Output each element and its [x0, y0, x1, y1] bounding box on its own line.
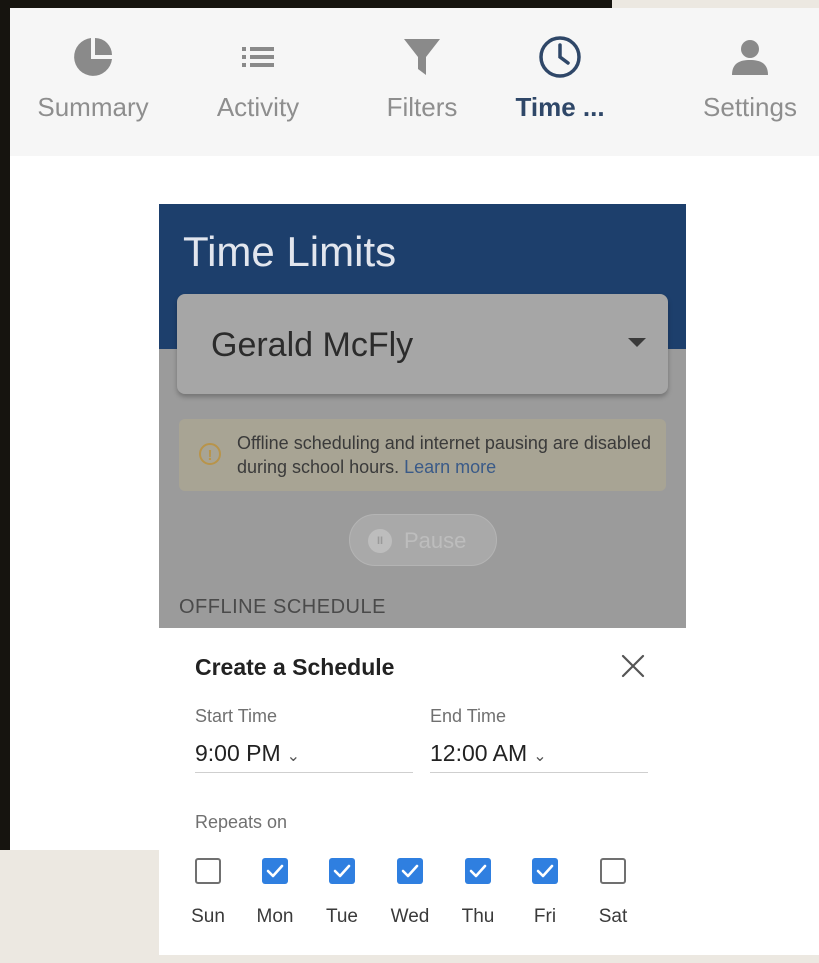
- warning-icon: !: [199, 443, 221, 465]
- day-label: Thu: [461, 906, 495, 927]
- day-fri-checkbox[interactable]: Fri: [520, 854, 570, 934]
- clock-icon: [537, 34, 583, 80]
- day-mon-checkbox[interactable]: Mon: [250, 854, 300, 934]
- checkbox-checked-icon: [397, 858, 423, 884]
- chevron-down-icon: ⌄: [286, 748, 301, 765]
- tab-activity[interactable]: Activity: [198, 34, 318, 134]
- checkbox-checked-icon: [465, 858, 491, 884]
- day-sat-checkbox[interactable]: Sat: [588, 854, 638, 934]
- start-time-value: 9:00 PM: [195, 740, 281, 766]
- phone-screen: Time Limits Gerald McFly ! Offline sched…: [159, 204, 686, 955]
- create-schedule-sheet: Create a Schedule Start Time 9:00 PM ⌄ En…: [159, 628, 686, 955]
- end-time-value: 12:00 AM: [430, 740, 528, 766]
- tab-label: Summary: [37, 92, 149, 122]
- tab-time-limits[interactable]: Time ...: [500, 34, 620, 134]
- pie-chart-icon: [70, 34, 116, 80]
- tab-label: Time ...: [515, 92, 605, 122]
- background-edge-top: [0, 0, 612, 8]
- caret-down-icon: [628, 338, 646, 347]
- day-thu-checkbox[interactable]: Thu: [453, 854, 503, 934]
- end-time-label: End Time: [430, 706, 507, 726]
- tab-label: Filters: [386, 92, 458, 122]
- chevron-down-icon: ⌄: [533, 748, 547, 765]
- day-label: Fri: [533, 906, 557, 927]
- start-time-picker[interactable]: 9:00 PM ⌄: [195, 736, 413, 773]
- day-tue-checkbox[interactable]: Tue: [317, 854, 367, 934]
- pause-button[interactable]: II Pause: [349, 514, 497, 566]
- close-button[interactable]: [617, 650, 649, 682]
- profile-selector[interactable]: Gerald McFly: [177, 294, 668, 394]
- checkbox-checked-icon: [329, 858, 355, 884]
- person-icon: [727, 34, 773, 80]
- background-edge-bottom: [0, 850, 160, 963]
- tab-filters[interactable]: Filters: [372, 34, 472, 134]
- day-label: Sat: [598, 906, 628, 927]
- tab-bar: Summary Activity Filters Time ... Settin…: [10, 8, 819, 156]
- school-hours-notice: ! Offline scheduling and internet pausin…: [179, 419, 666, 491]
- background-edge-top-right: [612, 0, 819, 8]
- tab-summary[interactable]: Summary: [28, 34, 158, 134]
- checkbox-checked-icon: [262, 858, 288, 884]
- background-edge-bottom-right: [160, 955, 819, 963]
- end-time-picker[interactable]: 12:00 AM ⌄: [430, 736, 648, 773]
- tab-label: Settings: [703, 92, 797, 122]
- filter-icon: [399, 34, 445, 80]
- day-wed-checkbox[interactable]: Wed: [385, 854, 435, 934]
- day-label: Tue: [325, 906, 359, 927]
- section-heading: OFFLINE SCHEDULE: [179, 596, 386, 618]
- pause-icon: II: [368, 529, 392, 553]
- checkbox-unchecked-icon: [195, 858, 221, 884]
- notice-message: Offline scheduling and internet pausing …: [237, 431, 657, 479]
- tab-settings[interactable]: Settings: [690, 34, 810, 134]
- sheet-title: Create a Schedule: [195, 654, 395, 680]
- background-edge: [0, 0, 10, 850]
- checkbox-unchecked-icon: [600, 858, 626, 884]
- learn-more-link[interactable]: Learn more: [404, 457, 496, 477]
- profile-name: Gerald McFly: [211, 326, 414, 364]
- day-sun-checkbox[interactable]: Sun: [183, 854, 233, 934]
- day-label: Wed: [390, 906, 430, 927]
- page-title: Time Limits: [183, 228, 397, 275]
- pause-label: Pause: [404, 528, 467, 553]
- repeats-label: Repeats on: [195, 812, 288, 832]
- list-icon: [235, 34, 281, 80]
- close-icon: [621, 654, 645, 678]
- tab-label: Activity: [216, 92, 300, 122]
- checkbox-checked-icon: [532, 858, 558, 884]
- day-label: Sun: [191, 906, 225, 927]
- start-time-label: Start Time: [195, 706, 278, 726]
- day-label: Mon: [256, 906, 294, 927]
